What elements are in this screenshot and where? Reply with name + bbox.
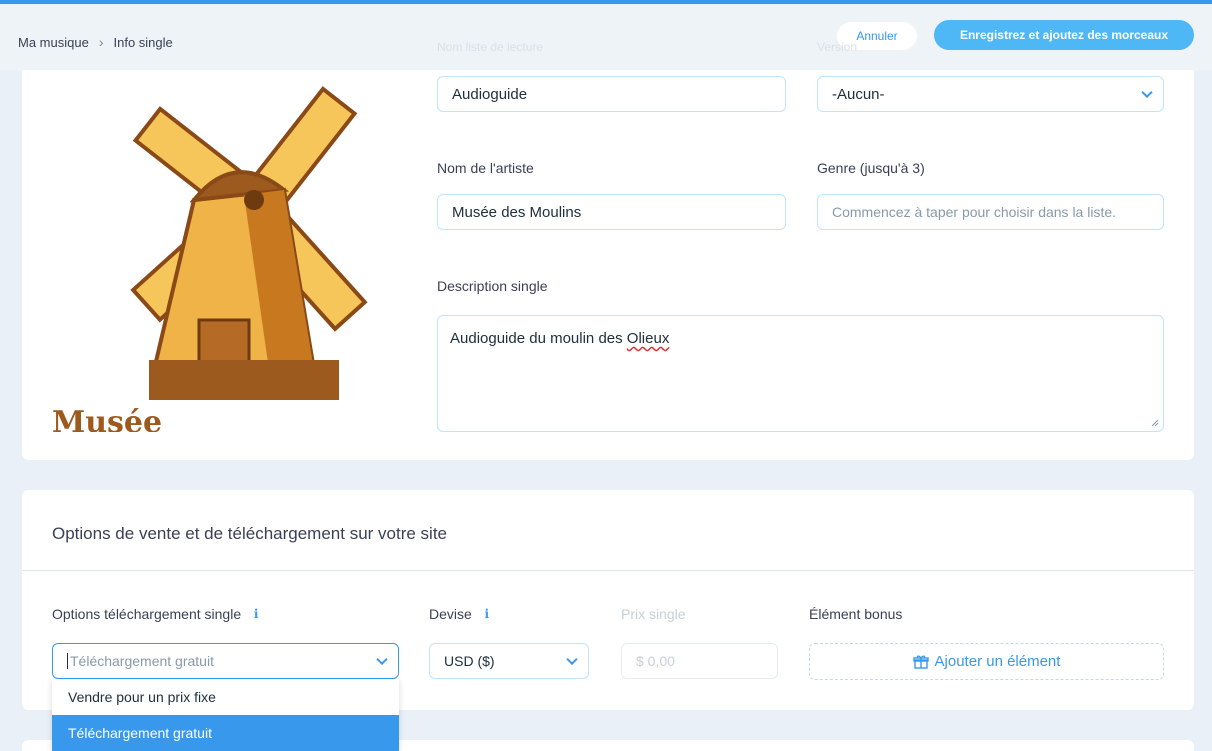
add-bonus-button[interactable]: Ajouter un élément [809,643,1164,680]
save-and-add-tracks-button[interactable]: Enregistrez et ajoutez des morceaux [934,20,1194,50]
breadcrumb: Ma musique › Info single [18,34,173,50]
resize-handle-icon[interactable] [1149,417,1159,427]
currency-select[interactable]: USD ($) [429,643,589,679]
gift-icon [912,655,929,669]
info-icon[interactable]: i [480,607,494,621]
download-options-value: Téléchargement gratuit [70,653,214,669]
download-options-dropdown: Vendre pour un prix fixe Téléchargement … [52,679,399,751]
price-label: Prix single [621,606,686,622]
cover-caption: Musée [52,405,163,432]
version-select-value: -Aucun- [832,85,885,103]
chevron-down-icon [1141,86,1153,99]
breadcrumb-single-info: Info single [113,34,173,50]
chevron-down-icon [376,653,388,666]
download-options-select[interactable]: Téléchargement gratuit [52,643,399,679]
price-input: $ 0,00 [621,643,778,679]
description-misspelled-word: Olieux [626,330,670,347]
text-cursor [67,653,68,669]
dropdown-option-free-download[interactable]: Téléchargement gratuit [52,715,399,751]
version-select[interactable]: -Aucun- [817,76,1164,112]
version-label: Version [817,40,858,54]
breadcrumb-separator-icon: › [98,34,104,50]
genre-input[interactable]: Commencez à taper pour choisir dans la l… [817,194,1164,230]
add-bonus-label: Ajouter un élément [934,653,1061,670]
description-label: Description single [437,278,548,294]
download-options-label-row: Options téléchargement single i [52,606,263,622]
section-divider [22,570,1194,571]
description-text: Audioguide du moulin des [450,330,627,347]
chevron-down-icon [566,653,578,666]
cover-image[interactable]: Musée [44,70,384,432]
artist-input[interactable]: Musée des Moulins [437,194,786,230]
description-textarea[interactable]: Audioguide du moulin des Olieux [437,315,1164,432]
currency-label: Devise [429,606,472,622]
artist-label: Nom de l'artiste [437,160,534,176]
currency-value: USD ($) [444,653,495,669]
breadcrumb-my-music[interactable]: Ma musique [18,35,89,50]
currency-label-row: Devise i [429,606,494,622]
download-options-label: Options téléchargement single [52,606,242,622]
playlist-name-label: Nom liste de lecture [437,40,544,54]
dropdown-option-fixed-price[interactable]: Vendre pour un prix fixe [52,679,399,715]
sales-section-title: Options de vente et de téléchargement su… [52,524,448,543]
playlist-name-input[interactable]: Audioguide [437,76,786,112]
windmill-illustration [130,86,368,400]
genre-label: Genre (jusqu'à 3) [817,160,925,176]
bonus-label: Élément bonus [809,606,903,622]
info-icon[interactable]: i [249,607,263,621]
